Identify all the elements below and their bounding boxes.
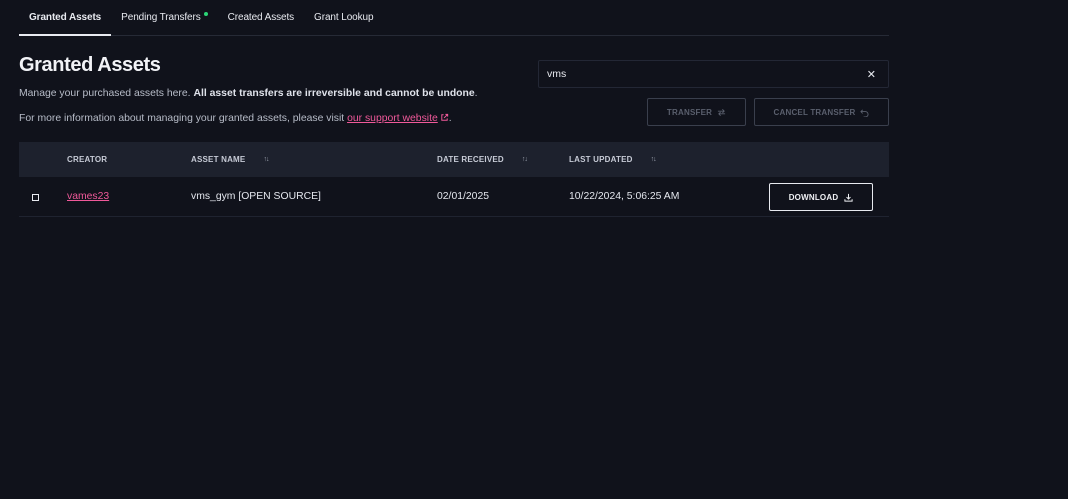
transfer-arrows-icon (717, 108, 726, 116)
support-website-link[interactable]: our support website (347, 113, 449, 124)
granted-assets-page: Granted Assets Pending Transfers Created… (19, 0, 889, 217)
column-label: LAST UPDATED (569, 155, 633, 164)
sort-icon[interactable]: ↑↓ (522, 156, 528, 163)
column-label: DATE RECEIVED (437, 155, 504, 164)
row-select-checkbox[interactable] (32, 194, 39, 201)
tab-label: Grant Lookup (314, 12, 374, 23)
asset-name: vms_gym [OPEN SOURCE] (191, 191, 321, 202)
clear-search-icon[interactable]: ✕ (867, 68, 876, 81)
description-end: . (474, 88, 478, 99)
tab-label: Granted Assets (29, 12, 102, 23)
date-received: 02/01/2025 (437, 191, 490, 202)
table-header: CREATOR ASSET NAME ↑↓ DATE RECEIVED ↑↓ L… (19, 142, 889, 177)
external-link-icon (441, 113, 448, 121)
undo-icon (860, 108, 869, 117)
tab-granted-assets[interactable]: Granted Assets (19, 0, 112, 36)
irreversible-warning: All asset transfers are irreversible and… (193, 88, 475, 99)
support-end: . (448, 113, 452, 124)
tab-grant-lookup[interactable]: Grant Lookup (304, 0, 383, 35)
sort-icon[interactable]: ↑↓ (263, 156, 269, 163)
download-icon (844, 193, 853, 202)
transfer-label: TRANSFER (666, 107, 713, 117)
transfer-button[interactable]: TRANSFER (647, 98, 746, 126)
download-label: DOWNLOAD (788, 192, 839, 202)
last-updated: 10/22/2024, 5:06:25 AM (569, 191, 680, 202)
support-info: For more information about managing your… (19, 113, 452, 124)
column-header-last-updated[interactable]: LAST UPDATED ↑↓ (569, 155, 657, 164)
cancel-transfer-button[interactable]: CANCEL TRANSFER (754, 98, 889, 126)
support-text: For more information about managing your… (19, 113, 348, 124)
search-input[interactable] (547, 68, 847, 80)
cancel-transfer-label: CANCEL TRANSFER (773, 107, 856, 117)
tab-label: Created Assets (227, 12, 295, 23)
column-header-creator: CREATOR (67, 155, 107, 164)
sort-icon[interactable]: ↑↓ (651, 156, 657, 163)
table-row: vames23 vms_gym [OPEN SOURCE] 02/01/2025… (19, 177, 889, 217)
column-label: CREATOR (67, 155, 108, 164)
column-header-date-received[interactable]: DATE RECEIVED ↑↓ (437, 155, 528, 164)
support-link-label: our support website (347, 113, 438, 124)
description-text: Manage your purchased assets here. (19, 88, 194, 99)
page-title: Granted Assets (19, 54, 161, 76)
tab-bar: Granted Assets Pending Transfers Created… (19, 0, 889, 36)
creator-link[interactable]: vames23 (67, 191, 109, 202)
column-label: ASSET NAME (191, 155, 246, 164)
granted-assets-table: CREATOR ASSET NAME ↑↓ DATE RECEIVED ↑↓ L… (19, 142, 889, 217)
column-header-asset-name[interactable]: ASSET NAME ↑↓ (191, 155, 269, 164)
tab-label: Pending Transfers (121, 12, 201, 23)
page-description: Manage your purchased assets here. All a… (19, 88, 478, 99)
tab-created-assets[interactable]: Created Assets (218, 0, 304, 35)
tab-pending-transfers[interactable]: Pending Transfers (111, 0, 217, 35)
search-box: ✕ (538, 60, 889, 88)
download-button[interactable]: DOWNLOAD (769, 183, 873, 211)
notification-dot-icon (203, 11, 208, 16)
